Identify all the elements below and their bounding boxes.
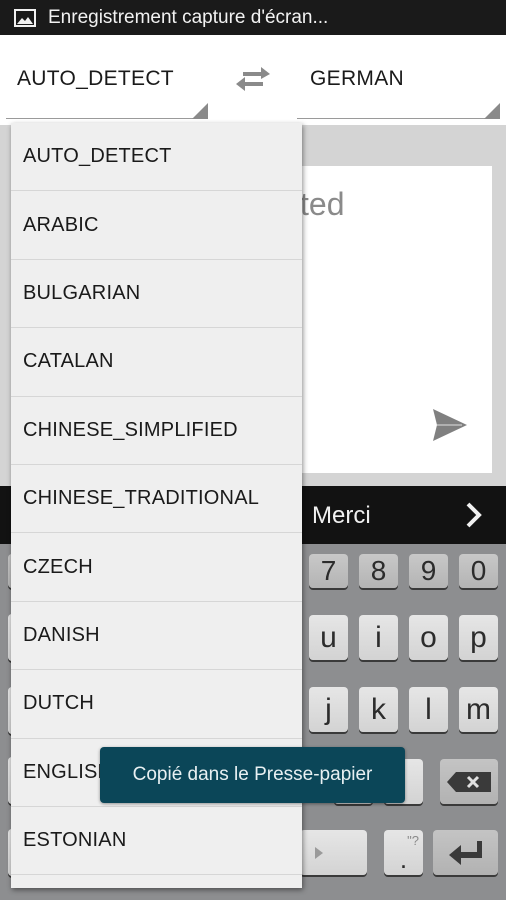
backspace-icon bbox=[447, 771, 491, 792]
key-p[interactable]: p bbox=[459, 615, 498, 660]
status-bar: Enregistrement capture d'écran... bbox=[0, 0, 506, 35]
swap-arrows-icon bbox=[236, 67, 270, 91]
period-label: . bbox=[399, 844, 408, 874]
send-button[interactable] bbox=[432, 408, 468, 447]
period-key[interactable]: "? . bbox=[384, 830, 423, 875]
status-title: Enregistrement capture d'écran... bbox=[48, 6, 329, 28]
dropdown-option[interactable]: CATALAN bbox=[11, 328, 302, 397]
spinner-corner-icon bbox=[484, 103, 500, 119]
target-language-spinner[interactable]: GERMAN bbox=[297, 35, 500, 119]
chevron-right-icon[interactable] bbox=[464, 501, 484, 534]
send-icon bbox=[433, 409, 467, 441]
key-i[interactable]: i bbox=[359, 615, 398, 660]
key-l[interactable]: l bbox=[409, 687, 448, 732]
toast-message: Copié dans le Presse-papier bbox=[100, 747, 405, 803]
key-o[interactable]: o bbox=[409, 615, 448, 660]
input-hint: ted bbox=[300, 186, 345, 222]
spinner-corner-icon bbox=[192, 103, 208, 119]
dropdown-option[interactable]: CZECH bbox=[11, 533, 302, 602]
key-0[interactable]: 0 bbox=[459, 554, 498, 588]
space-key[interactable] bbox=[300, 830, 367, 875]
key-u[interactable]: u bbox=[309, 615, 348, 660]
dropdown-option[interactable]: BULGARIAN bbox=[11, 260, 302, 329]
space-arrow-icon bbox=[315, 846, 323, 859]
screen: Enregistrement capture d'écran... AUTO_D… bbox=[0, 0, 506, 900]
enter-icon bbox=[448, 840, 482, 865]
period-alt-label: "? bbox=[407, 833, 419, 848]
key-j[interactable]: j bbox=[309, 687, 348, 732]
key-9[interactable]: 9 bbox=[409, 554, 448, 588]
dropdown-option[interactable]: AUTO_DETECT bbox=[11, 123, 302, 192]
key-m[interactable]: m bbox=[459, 687, 498, 732]
dropdown-option[interactable]: DUTCH bbox=[11, 670, 302, 739]
dropdown-option[interactable]: CHINESE_SIMPLIFIED bbox=[11, 397, 302, 465]
dropdown-option[interactable]: ARABIC bbox=[11, 191, 302, 260]
spinner-underline bbox=[6, 118, 208, 119]
enter-key[interactable] bbox=[433, 830, 498, 875]
dropdown-option[interactable]: DANISH bbox=[11, 602, 302, 671]
text-input-area[interactable]: ted bbox=[300, 166, 492, 473]
target-language-label: GERMAN bbox=[310, 67, 404, 90]
key-7[interactable]: 7 bbox=[309, 554, 348, 588]
image-icon bbox=[14, 8, 36, 27]
source-language-spinner[interactable]: AUTO_DETECT bbox=[6, 35, 208, 119]
dropdown-option[interactable]: ESTONIAN bbox=[11, 807, 302, 876]
key-k[interactable]: k bbox=[359, 687, 398, 732]
suggestion-word[interactable]: Merci bbox=[312, 502, 371, 530]
dropdown-option[interactable]: CHINESE_TRADITIONAL bbox=[11, 465, 302, 534]
backspace-key[interactable] bbox=[440, 759, 498, 804]
key-8[interactable]: 8 bbox=[359, 554, 398, 588]
spinner-underline bbox=[297, 118, 500, 119]
swap-languages-button[interactable] bbox=[233, 66, 273, 92]
source-language-label: AUTO_DETECT bbox=[17, 67, 174, 90]
language-bar: AUTO_DETECT GERMAN bbox=[0, 35, 506, 125]
